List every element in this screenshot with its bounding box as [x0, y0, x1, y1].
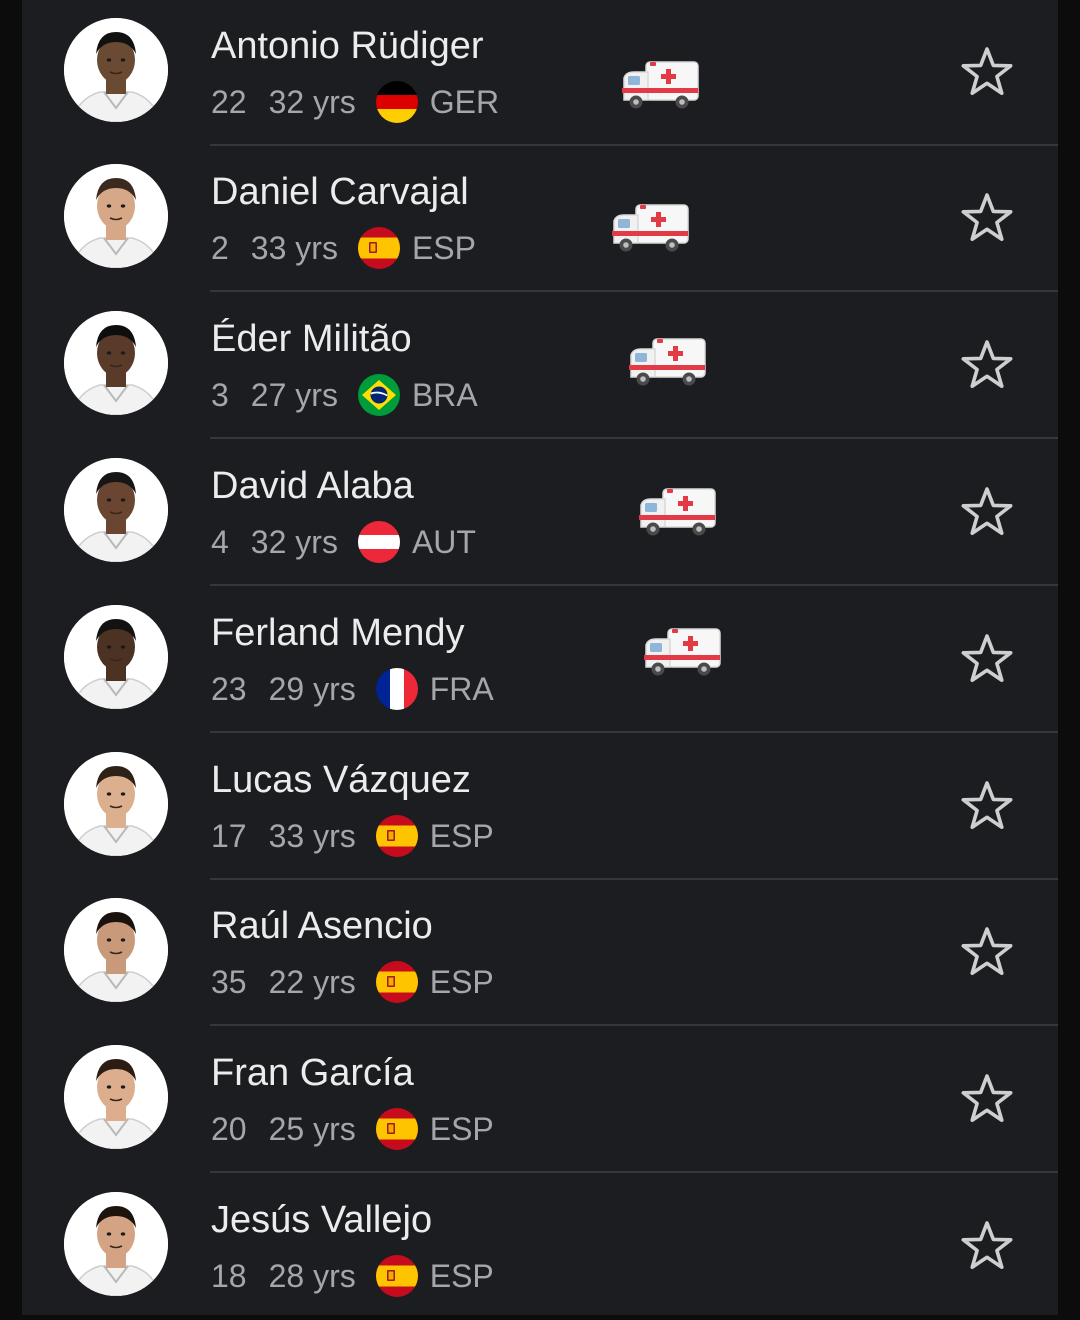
player-row[interactable]: David Alaba 4 32 yrs AUT: [22, 440, 1058, 586]
player-avatar: [64, 18, 168, 122]
country-flag-icon: [375, 815, 418, 857]
country-code: GER: [429, 83, 500, 120]
favorite-star-icon[interactable]: [960, 339, 1014, 391]
favorite-star-icon[interactable]: [960, 780, 1014, 832]
country-code: ESP: [429, 1110, 494, 1147]
shirt-number: 17: [211, 817, 247, 854]
player-row[interactable]: Éder Militão 3 27 yrs BRA: [22, 293, 1058, 439]
player-meta: 35 22 yrs ESP: [211, 961, 494, 1003]
player-row[interactable]: Daniel Carvajal 2 33 yrs ESP: [22, 146, 1058, 292]
player-name: Ferland Mendy: [211, 612, 465, 654]
player-age: 22 yrs: [268, 963, 356, 1000]
row-divider: [210, 290, 1058, 292]
favorite-star-icon[interactable]: [960, 486, 1014, 538]
country-code: ESP: [429, 963, 494, 1000]
ambulance-icon: [637, 487, 717, 544]
player-age: 25 yrs: [268, 1110, 356, 1147]
player-name: Raúl Asencio: [211, 905, 433, 947]
player-name: Éder Militão: [211, 318, 412, 360]
country-code: ESP: [411, 229, 476, 266]
player-age: 32 yrs: [250, 523, 338, 560]
player-row[interactable]: Fran García 20 25 yrs ESP: [22, 1027, 1058, 1173]
player-name: Antonio Rüdiger: [211, 25, 484, 67]
country-flag-icon: [357, 227, 400, 269]
country-code: FRA: [429, 670, 494, 707]
player-row[interactable]: Ferland Mendy 23 29 yrs FRA: [22, 587, 1058, 733]
player-name: Daniel Carvajal: [211, 171, 469, 213]
shirt-number: 18: [211, 1257, 247, 1294]
country-code: BRA: [411, 376, 478, 413]
player-meta: 20 25 yrs ESP: [211, 1108, 494, 1150]
country-flag-icon: [375, 668, 418, 710]
player-row[interactable]: Raúl Asencio 35 22 yrs ESP: [22, 880, 1058, 1026]
favorite-star-icon[interactable]: [960, 1220, 1014, 1272]
player-age: 27 yrs: [250, 376, 338, 413]
ambulance-icon: [627, 337, 707, 394]
favorite-star-icon[interactable]: [960, 46, 1014, 98]
player-name: David Alaba: [211, 465, 414, 507]
player-meta: 18 28 yrs ESP: [211, 1255, 494, 1297]
player-age: 28 yrs: [268, 1257, 356, 1294]
player-row[interactable]: Jesús Vallejo 18 28 yrs ESP: [22, 1174, 1058, 1320]
player-meta: 2 33 yrs ESP: [211, 227, 476, 269]
player-avatar: [64, 1045, 168, 1149]
row-divider: [210, 584, 1058, 586]
player-age: 32 yrs: [268, 83, 356, 120]
shirt-number: 20: [211, 1110, 247, 1147]
player-row[interactable]: Lucas Vázquez 17 33 yrs ESP: [22, 734, 1058, 880]
country-flag-icon: [375, 81, 418, 123]
player-avatar: [64, 898, 168, 1002]
player-meta: 17 33 yrs ESP: [211, 815, 494, 857]
player-name: Jesús Vallejo: [211, 1199, 433, 1241]
shirt-number: 4: [211, 523, 229, 560]
shirt-number: 23: [211, 670, 247, 707]
row-divider: [210, 437, 1058, 439]
row-divider: [210, 731, 1058, 733]
player-avatar: [64, 752, 168, 856]
player-age: 33 yrs: [250, 229, 338, 266]
shirt-number: 22: [211, 83, 247, 120]
ambulance-icon: [642, 627, 722, 684]
player-avatar: [64, 605, 168, 709]
ambulance-icon: [610, 203, 690, 260]
player-meta: 23 29 yrs FRA: [211, 668, 494, 710]
ambulance-icon: [620, 60, 700, 117]
player-avatar: [64, 1192, 168, 1296]
player-avatar: [64, 164, 168, 268]
favorite-star-icon[interactable]: [960, 926, 1014, 978]
country-flag-icon: [357, 374, 400, 416]
favorite-star-icon[interactable]: [960, 1073, 1014, 1125]
player-avatar: [64, 458, 168, 562]
player-meta: 4 32 yrs AUT: [211, 521, 476, 563]
player-age: 33 yrs: [268, 817, 356, 854]
row-divider: [210, 1171, 1058, 1173]
country-code: AUT: [411, 523, 476, 560]
shirt-number: 3: [211, 376, 229, 413]
row-divider: [210, 1024, 1058, 1026]
player-name: Lucas Vázquez: [211, 759, 471, 801]
player-row[interactable]: Antonio Rüdiger 22 32 yrs GER: [22, 0, 1058, 146]
country-flag-icon: [375, 961, 418, 1003]
player-avatar: [64, 311, 168, 415]
country-flag-icon: [375, 1255, 418, 1297]
player-meta: 22 32 yrs GER: [211, 81, 500, 123]
player-list: Antonio Rüdiger 22 32 yrs GER Daniel Carvaja…: [22, 0, 1058, 1315]
player-age: 29 yrs: [268, 670, 356, 707]
country-code: ESP: [429, 1257, 494, 1294]
player-meta: 3 27 yrs BRA: [211, 374, 478, 416]
country-flag-icon: [375, 1108, 418, 1150]
shirt-number: 2: [211, 229, 229, 266]
favorite-star-icon[interactable]: [960, 192, 1014, 244]
favorite-star-icon[interactable]: [960, 633, 1014, 685]
country-code: ESP: [429, 817, 494, 854]
player-name: Fran García: [211, 1052, 414, 1094]
country-flag-icon: [357, 521, 400, 563]
shirt-number: 35: [211, 963, 247, 1000]
